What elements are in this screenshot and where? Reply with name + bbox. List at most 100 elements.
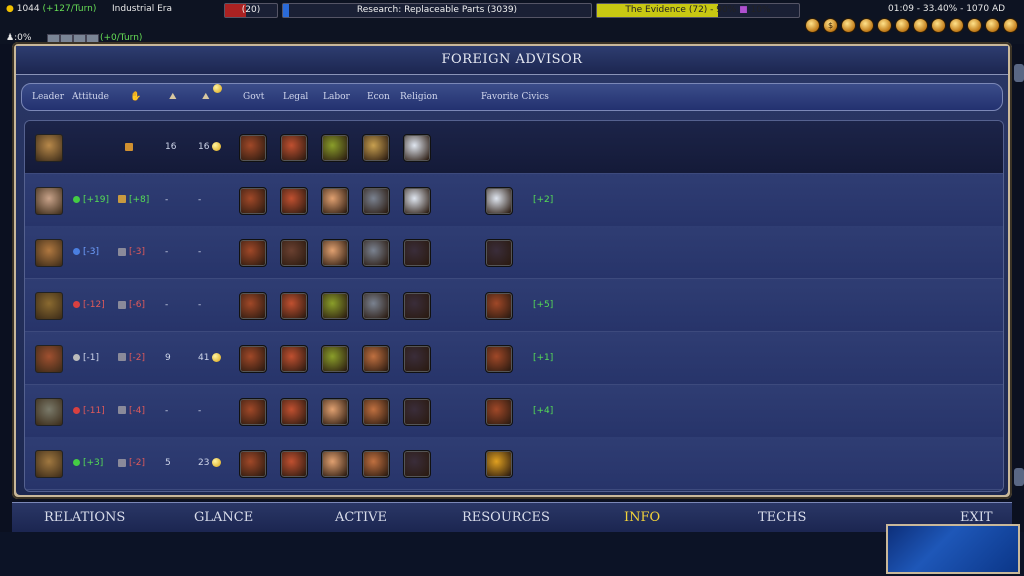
col-econ[interactable]: Econ <box>367 84 390 110</box>
civic-icon[interactable] <box>362 134 390 162</box>
civic-icon[interactable] <box>321 344 349 373</box>
side-scroll-tab-upper[interactable] <box>1014 64 1024 82</box>
tech-trade-value: - <box>165 194 169 205</box>
civic-icon[interactable] <box>362 450 390 479</box>
tech-trade-value: 9 <box>165 352 171 363</box>
civic-icon[interactable] <box>362 186 390 215</box>
col-legal[interactable]: Legal <box>283 84 308 110</box>
civic-icon[interactable] <box>321 450 349 479</box>
advisor-button-11[interactable] <box>985 18 1000 33</box>
leader-portrait[interactable] <box>35 450 63 479</box>
advisor-button-9[interactable] <box>949 18 964 33</box>
tab-resources[interactable]: RESOURCES <box>462 503 550 533</box>
leader-row[interactable]: [+19] [+8] - - [+2] <box>25 173 1003 227</box>
civic-icon[interactable] <box>403 450 431 479</box>
civic-icon[interactable] <box>239 344 267 373</box>
civic-icon[interactable] <box>321 239 349 268</box>
col-religion[interactable]: Religion <box>400 84 438 110</box>
attitude-value: [+19] <box>73 174 109 226</box>
civic-icon[interactable] <box>403 397 431 426</box>
tab-active[interactable]: ACTIVE <box>335 503 387 533</box>
advisor-button-3[interactable] <box>841 18 856 33</box>
civic-icon[interactable] <box>280 450 308 479</box>
advisor-button-7[interactable] <box>913 18 928 33</box>
col-leader[interactable]: Leader <box>32 84 64 110</box>
advisor-button-5[interactable] <box>877 18 892 33</box>
civic-icon[interactable] <box>403 239 431 268</box>
col-attitude[interactable]: Attitude <box>72 84 109 110</box>
leader-row[interactable]: [+3] [-2] 5 23 <box>25 437 1003 491</box>
leader-portrait[interactable] <box>35 134 63 162</box>
advisor-button-1[interactable] <box>805 18 820 33</box>
espionage-bar: (20) <box>224 3 278 18</box>
tab-techs[interactable]: TECHS <box>758 503 806 533</box>
tech-trade-value: 16 <box>165 142 177 152</box>
top-hud: ● 1044 (+127/Turn) Industrial Era ♟:0% (… <box>0 0 1024 44</box>
favorite-civic-icon[interactable] <box>485 344 513 373</box>
civic-icon[interactable] <box>239 186 267 215</box>
civic-icon[interactable] <box>362 239 390 268</box>
favorite-civic-icon[interactable] <box>485 186 513 215</box>
gold-trade-col-icon[interactable]: ⛰ <box>202 84 222 110</box>
gold-trade-value: - <box>198 300 202 311</box>
finance-advisor-button[interactable]: $ <box>823 18 838 33</box>
leader-row[interactable]: [-11] [-4] - - [+4] <box>25 384 1003 438</box>
civic-icon[interactable] <box>321 134 349 162</box>
leader-portrait[interactable] <box>35 239 63 268</box>
advisor-button-12[interactable] <box>1003 18 1018 33</box>
civic-icon[interactable] <box>321 397 349 426</box>
game-interface-strip <box>0 524 1024 576</box>
leader-row[interactable]: [-1] [-2] 9 41 [+1] <box>25 331 1003 385</box>
civic-icon[interactable] <box>239 239 267 268</box>
civic-icon[interactable] <box>239 450 267 479</box>
leader-portrait[interactable] <box>35 397 63 426</box>
leader-row[interactable]: [-3] [-3] - - <box>25 226 1003 280</box>
civic-icon[interactable] <box>403 292 431 321</box>
tab-relations[interactable]: RELATIONS <box>44 503 125 533</box>
civic-icon[interactable] <box>239 134 267 162</box>
civic-icon[interactable] <box>239 292 267 321</box>
gold-value: 1044 <box>16 4 40 14</box>
advisor-button-10[interactable] <box>967 18 982 33</box>
tab-info[interactable]: INFO <box>624 503 660 533</box>
minimap[interactable] <box>886 524 1020 574</box>
col-govt[interactable]: Govt <box>243 84 264 110</box>
leader-portrait[interactable] <box>35 292 63 321</box>
civic-icon[interactable] <box>403 134 431 162</box>
civic-icon[interactable] <box>321 186 349 215</box>
civic-icon[interactable] <box>280 186 308 215</box>
col-labor[interactable]: Labor <box>323 84 350 110</box>
civic-icon[interactable] <box>280 134 308 162</box>
advisor-button-6[interactable] <box>895 18 910 33</box>
leader-row[interactable]: 16 16 <box>25 121 1003 174</box>
civic-icon[interactable] <box>362 397 390 426</box>
civic-icon[interactable] <box>362 292 390 321</box>
side-scroll-tab-lower[interactable] <box>1014 468 1024 486</box>
civic-icon[interactable] <box>239 397 267 426</box>
civic-icon[interactable] <box>280 397 308 426</box>
civic-icon[interactable] <box>403 344 431 373</box>
advisor-button-8[interactable] <box>931 18 946 33</box>
attitude-face-icon <box>73 248 80 256</box>
tech-trade-col-icon[interactable]: ⛰ <box>169 84 177 110</box>
col-favorite-civics[interactable]: Favorite Civics <box>481 84 549 110</box>
civic-icon[interactable] <box>362 344 390 373</box>
leader-portrait[interactable] <box>35 344 63 373</box>
civic-icon[interactable] <box>280 344 308 373</box>
leader-row[interactable]: [-12] [-6] - - [+5] <box>25 279 1003 333</box>
civic-icon[interactable] <box>280 239 308 268</box>
leader-portrait[interactable] <box>35 186 63 215</box>
favorite-civic-icon[interactable] <box>485 292 513 321</box>
favorite-civic-bonus: [+5] <box>533 300 554 311</box>
civic-icon[interactable] <box>403 186 431 215</box>
advisor-button-4[interactable] <box>859 18 874 33</box>
civic-icon[interactable] <box>280 292 308 321</box>
favorite-civic-icon[interactable] <box>485 239 513 268</box>
favorite-civic-icon[interactable] <box>485 397 513 426</box>
tab-glance[interactable]: GLANCE <box>194 503 253 533</box>
civic-icon[interactable] <box>321 292 349 321</box>
city-status-bar[interactable]: The Evidence (72) - 90% ■ 10% <box>596 3 800 18</box>
trade-col-icon[interactable]: ✋ <box>130 84 141 110</box>
favorite-civic-icon[interactable] <box>485 450 513 479</box>
research-bar[interactable]: Research: Replaceable Parts (3039) <box>282 3 592 18</box>
